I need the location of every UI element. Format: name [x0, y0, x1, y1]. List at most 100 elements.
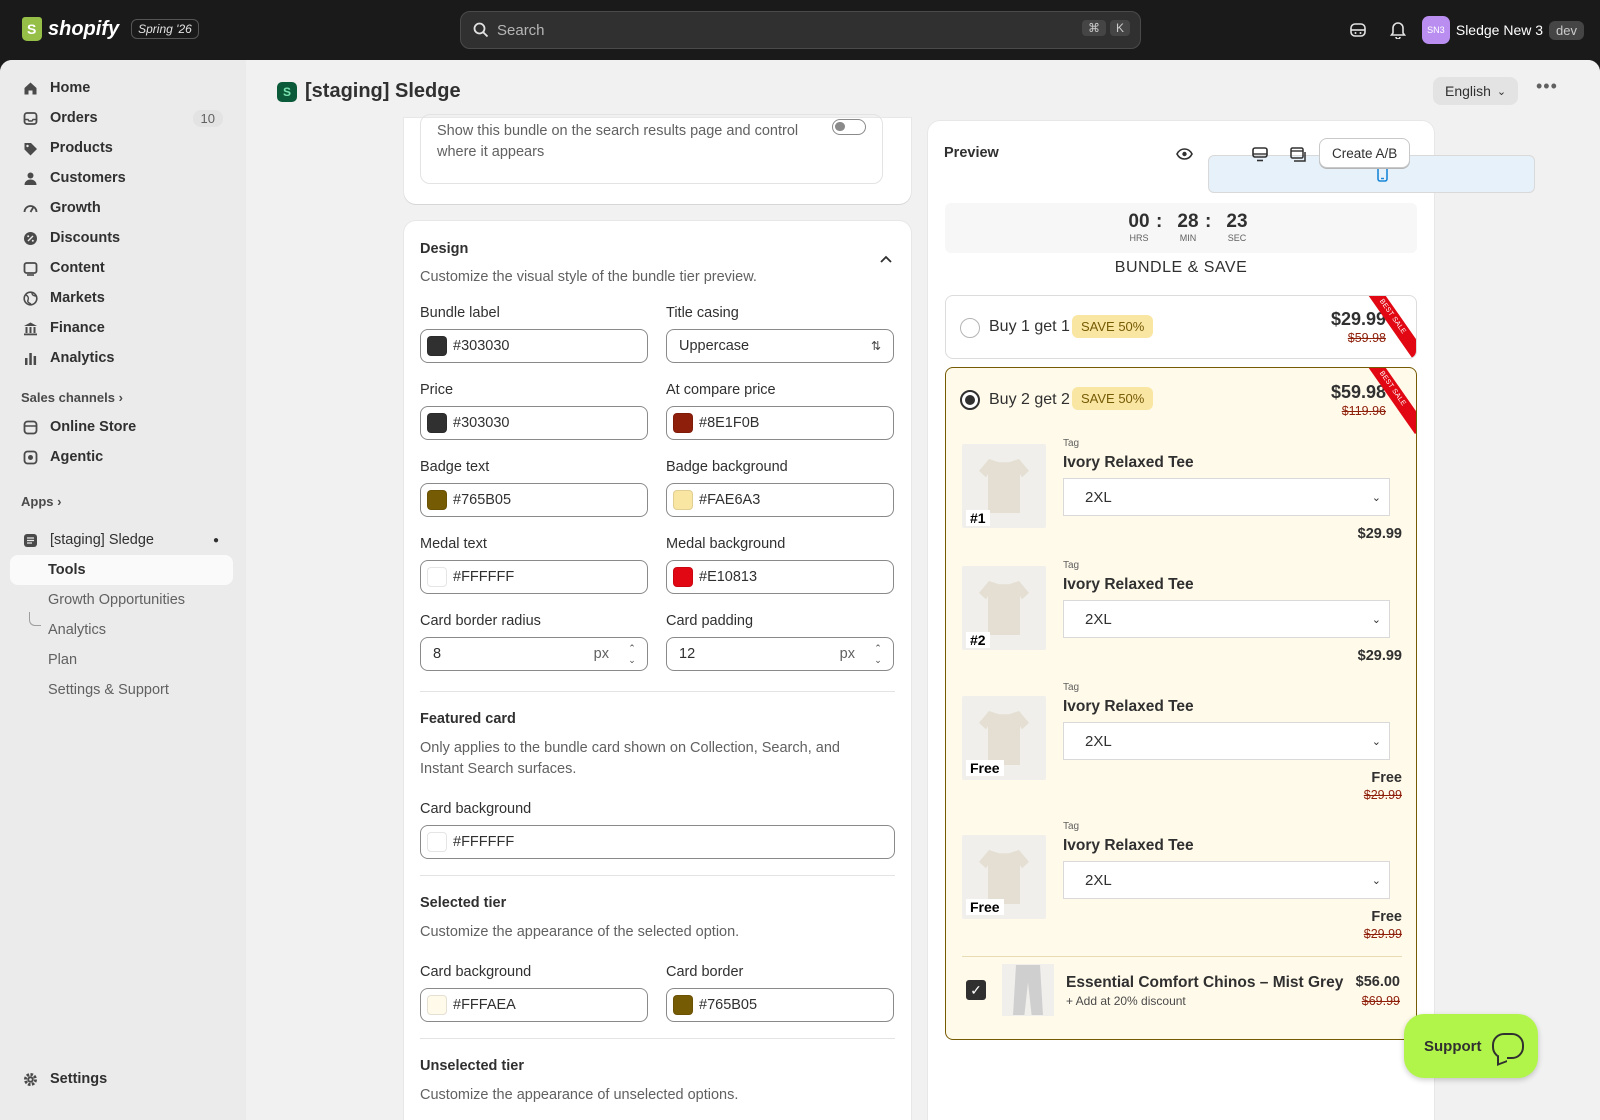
addon-subtitle: + Add at 20% discount: [1066, 994, 1186, 1008]
sidebar-item-app-analytics[interactable]: Analytics: [10, 615, 233, 645]
medal-text-color-field[interactable]: #FFFFFF: [420, 560, 648, 594]
person-icon: [22, 170, 38, 186]
sidebar-item-orders[interactable]: Orders 10: [10, 103, 233, 133]
sidebar-item-plan[interactable]: Plan: [10, 645, 233, 675]
more-actions-icon[interactable]: •••: [1536, 76, 1558, 97]
size-select[interactable]: 2XL ⌄: [1063, 478, 1390, 516]
sidebar-item-settings[interactable]: Settings: [10, 1064, 233, 1094]
padding-input[interactable]: 12 px ⌃ ⌄: [666, 637, 894, 671]
sidebar-item-online-store[interactable]: Online Store: [10, 412, 233, 442]
item-tag: Tag: [1063, 560, 1080, 571]
size-select[interactable]: 2XL ⌄: [1063, 600, 1390, 638]
chevron-down-icon: ⌄: [1371, 491, 1381, 504]
color-swatch[interactable]: [673, 490, 693, 510]
tier-card-2[interactable]: Buy 2 get 2 SAVE 50% $59.98 $119.96 BEST…: [945, 367, 1417, 1040]
tier-radio[interactable]: [960, 318, 980, 338]
sidebar-item-label: Growth: [50, 200, 101, 216]
item-name: Ivory Relaxed Tee: [1063, 576, 1194, 593]
tier-radio-selected[interactable]: [960, 390, 980, 410]
timer-separator: :: [1156, 211, 1163, 232]
sidebar-item-app[interactable]: [staging] Sledge ●: [10, 525, 233, 555]
color-swatch[interactable]: [427, 995, 447, 1015]
support-button[interactable]: Support: [1404, 1014, 1538, 1078]
sidebar-item-finance[interactable]: Finance: [10, 313, 233, 343]
color-swatch[interactable]: [427, 490, 447, 510]
sidebar-item-customers[interactable]: Customers: [10, 163, 233, 193]
size-select[interactable]: 2XL ⌄: [1063, 861, 1390, 899]
eye-icon[interactable]: [1170, 141, 1198, 167]
design-subtitle: Customize the visual style of the bundle…: [420, 269, 757, 285]
item-marker: Free: [966, 760, 1004, 776]
sidebar-item-markets[interactable]: Markets: [10, 283, 233, 313]
agentic-icon: [22, 449, 38, 465]
badge-bg-color-field[interactable]: #FAE6A3: [666, 483, 894, 517]
color-swatch[interactable]: [673, 567, 693, 587]
sidebar-item-products[interactable]: Products: [10, 133, 233, 163]
search-bar[interactable]: Search ⌘ K: [460, 11, 1141, 49]
brand-name: shopify: [48, 17, 120, 40]
color-swatch[interactable]: [427, 567, 447, 587]
selected-border-color-field[interactable]: #765B05: [666, 988, 894, 1022]
featured-bg-color-field[interactable]: #FFFFFF: [420, 825, 895, 859]
item-price: Free: [1371, 909, 1402, 925]
medal-bg-color-field[interactable]: #E10813: [666, 560, 894, 594]
store-avatar: SN3: [1421, 16, 1450, 44]
sidebar-item-analytics[interactable]: Analytics: [10, 343, 233, 373]
sidebar-item-content[interactable]: Content: [10, 253, 233, 283]
apps-heading[interactable]: Apps ›: [21, 494, 61, 509]
tier-card-1[interactable]: Buy 1 get 1 SAVE 50% $29.99 $59.98 BEST …: [945, 295, 1417, 359]
timer-seconds: 23: [1226, 211, 1248, 232]
chevron-right-icon: ›: [118, 390, 123, 405]
sidebar-item-settings-support[interactable]: Settings & Support: [10, 675, 233, 705]
desktop-view-icon[interactable]: [1246, 141, 1274, 167]
sidebar-item-label: Tools: [48, 562, 86, 578]
content-icon: [22, 260, 38, 276]
title-casing-select[interactable]: Uppercase ⇅: [666, 329, 894, 363]
color-swatch[interactable]: [427, 832, 447, 852]
sidekick-icon[interactable]: [1342, 14, 1374, 46]
addon-checkbox[interactable]: ✓: [966, 980, 986, 1000]
tier-compare-price: $119.96: [1341, 404, 1386, 418]
padding-value: 12: [679, 646, 696, 662]
timer-hours-label: HRS: [1129, 233, 1149, 243]
sidebar-item-agentic[interactable]: Agentic: [10, 442, 233, 472]
bank-icon: [22, 320, 38, 336]
language-select[interactable]: English ⌄: [1433, 77, 1519, 105]
sidebar-item-label: Settings & Support: [48, 682, 169, 698]
addon-compare-price: $69.99: [1361, 994, 1400, 1008]
medal-text-color-value: #FFFFFF: [453, 569, 515, 585]
badge-text-color-field[interactable]: #765B05: [420, 483, 648, 517]
store-switcher[interactable]: SN3 Sledge New 3 dev: [1421, 16, 1584, 44]
select-arrows-icon: ⇅: [870, 339, 881, 353]
color-swatch[interactable]: [673, 413, 693, 433]
create-ab-button[interactable]: Create A/B: [1319, 138, 1411, 168]
item-name: Ivory Relaxed Tee: [1063, 837, 1194, 854]
shopify-logo[interactable]: shopify Spring '26: [22, 17, 199, 41]
selected-bg-color-field[interactable]: #FFFAEA: [420, 988, 648, 1022]
save-badge: SAVE 50%: [1072, 315, 1154, 338]
bar-chart-icon: [22, 350, 38, 366]
layout-view-icon[interactable]: [1284, 141, 1312, 167]
sidebar-item-tools[interactable]: Tools: [10, 555, 233, 585]
tshirt-icon: [979, 850, 1029, 904]
radius-input[interactable]: 8 px ⌃ ⌄: [420, 637, 648, 671]
sidebar-item-growth-opportunities[interactable]: Growth Opportunities: [10, 585, 233, 615]
chevron-up-icon[interactable]: [879, 251, 893, 265]
sidebar-item-growth[interactable]: Growth: [10, 193, 233, 223]
selected-tier-subtitle: Customize the appearance of the selected…: [420, 924, 740, 940]
price-color-field[interactable]: #303030: [420, 406, 648, 440]
color-swatch[interactable]: [427, 336, 447, 356]
sidebar-item-discounts[interactable]: Discounts: [10, 223, 233, 253]
color-swatch[interactable]: [673, 995, 693, 1015]
bundle-item: #2 Tag Ivory Relaxed Tee 2XL ⌄ $29.99: [946, 560, 1416, 686]
bell-icon[interactable]: [1382, 14, 1414, 46]
bundle-label-field[interactable]: #303030: [420, 329, 648, 363]
size-select[interactable]: 2XL ⌄: [1063, 722, 1390, 760]
sales-channels-heading[interactable]: Sales channels ›: [21, 390, 123, 405]
stepper-icon[interactable]: ⌃ ⌄: [871, 642, 885, 666]
compare-price-color-field[interactable]: #8E1F0B: [666, 406, 894, 440]
sidebar-item-home[interactable]: Home: [10, 73, 233, 103]
color-swatch[interactable]: [427, 413, 447, 433]
stepper-icon[interactable]: ⌃ ⌄: [625, 642, 639, 666]
search-visibility-toggle[interactable]: [832, 119, 866, 135]
